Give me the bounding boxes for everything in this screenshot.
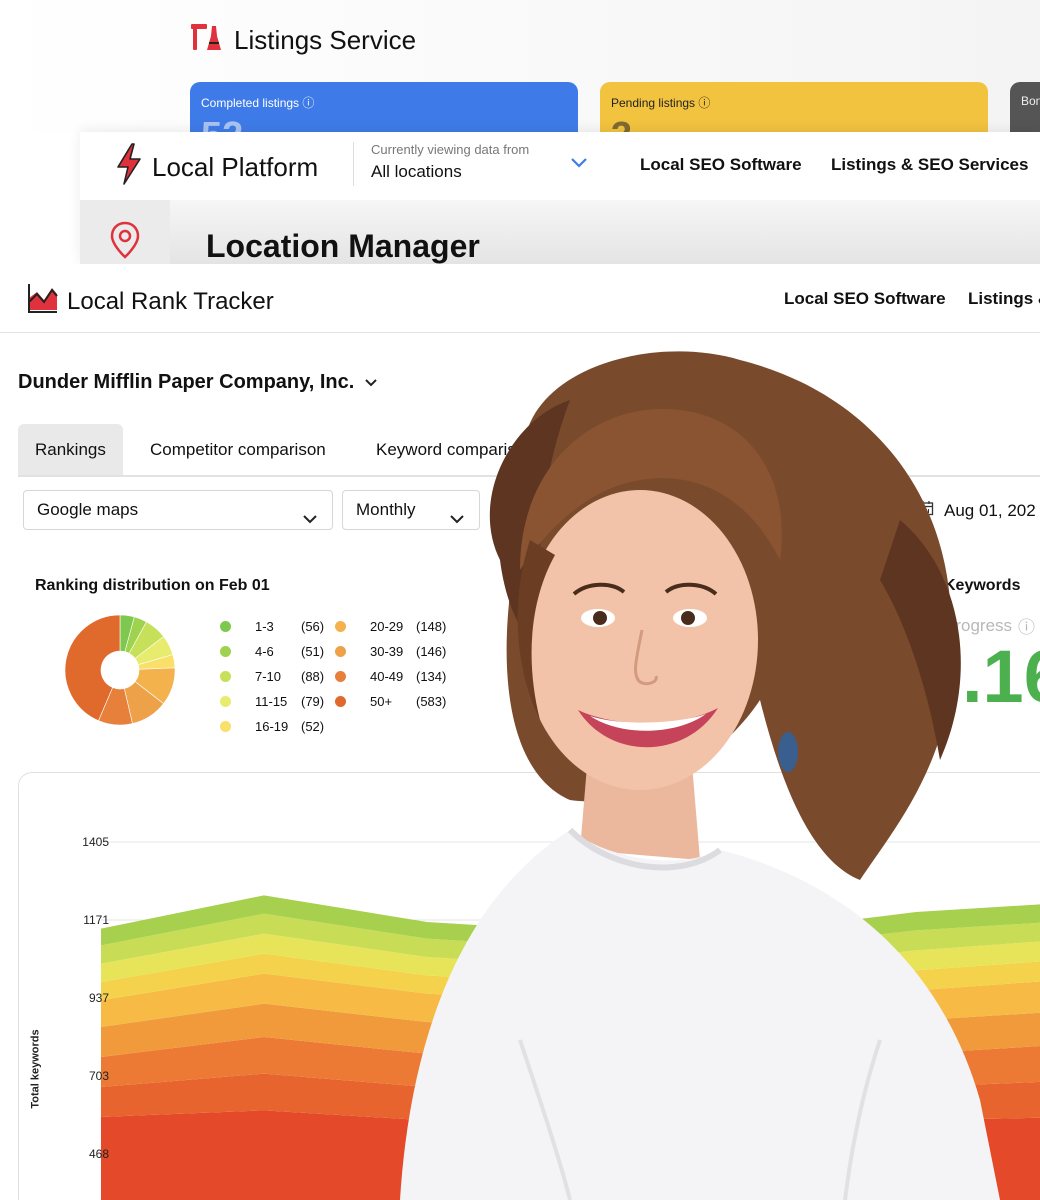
legend-label: 4-6: [255, 644, 274, 659]
rank-tracker-brand[interactable]: Local Rank Tracker: [27, 282, 274, 321]
header-divider: [353, 142, 354, 186]
ranking-donut-chart: [64, 614, 176, 726]
company-selector[interactable]: Dunder Mifflin Paper Company, Inc.: [18, 371, 378, 394]
nav-local-seo-software[interactable]: Local SEO Software: [640, 155, 802, 175]
chevron-down-icon[interactable]: [570, 156, 588, 174]
legend-swatch: [220, 671, 231, 682]
y-tick-label: 1171: [83, 913, 109, 927]
location-selector-value: All locations: [371, 162, 462, 181]
person-photo: [400, 351, 1000, 1200]
y-axis-label: Total keywords: [29, 1029, 42, 1109]
listings-service-window: Listings Service Completed listings ⓘ 52…: [0, 0, 1040, 132]
legend-label: 1-3: [255, 619, 274, 634]
tab-rankings[interactable]: Rankings: [18, 424, 123, 475]
chevron-down-icon: [302, 502, 318, 540]
card-label: Pending listings: [611, 96, 696, 110]
legend-item: 16-19 (52): [220, 714, 324, 739]
info-icon[interactable]: ⓘ: [302, 96, 314, 110]
card-label: Bon: [1021, 94, 1040, 108]
card-value: 3: [611, 115, 977, 132]
legend-label: 11-15: [255, 694, 288, 709]
legend-count: (56): [301, 619, 325, 634]
card-label: Completed listings: [201, 96, 300, 110]
page-title: Location Manager: [206, 228, 480, 264]
nav-listings[interactable]: Listings &: [968, 289, 1040, 309]
company-name: Dunder Mifflin Paper Company, Inc.: [18, 371, 355, 393]
area-chart-icon: [27, 282, 59, 321]
distribution-title: Ranking distribution on Feb 01: [35, 577, 270, 594]
legend-swatch: [220, 646, 231, 657]
source-select[interactable]: Google maps: [23, 490, 333, 530]
legend-item: 11-15 (79): [220, 689, 324, 714]
third-listings-card[interactable]: Bon: [1010, 82, 1040, 132]
location-selector[interactable]: Currently viewing data from All location…: [371, 142, 529, 182]
source-select-value: Google maps: [37, 500, 139, 519]
local-platform-window: Local Platform Currently viewing data fr…: [80, 132, 1040, 264]
legend-swatch: [220, 721, 231, 732]
legend-label: 16-19: [255, 719, 289, 734]
broom-icon: [190, 22, 224, 59]
location-selector-label: Currently viewing data from: [371, 142, 530, 157]
distribution-legend-left: 1-3 (56) 4-6 (51) 7-10 (88) 11-15 (79) 16-19 (52): [220, 614, 324, 739]
nav-local-seo-software[interactable]: Local SEO Software: [784, 289, 946, 309]
local-platform-title: Local Platform: [152, 152, 319, 182]
info-icon[interactable]: ⓘ: [698, 96, 710, 110]
listings-service-title: Listings Service: [234, 25, 417, 55]
tab-competitor-comparison[interactable]: Competitor comparison: [133, 424, 343, 475]
nav-listings-seo-services[interactable]: Listings & SEO Services: [831, 155, 1028, 175]
legend-swatch: [220, 621, 231, 632]
legend-item: 7-10 (88): [220, 664, 324, 689]
legend-swatch: [220, 696, 231, 707]
rank-tracker-title: Local Rank Tracker: [67, 287, 274, 315]
legend-item: 1-3 (56): [220, 614, 324, 639]
completed-listings-card[interactable]: Completed listings ⓘ 52: [190, 82, 578, 132]
legend-count: (51): [301, 644, 325, 659]
pending-listings-card[interactable]: Pending listings ⓘ 3: [600, 82, 988, 132]
rank-tracker-header: Local Rank Tracker Local SEO Software Li…: [0, 264, 1040, 333]
legend-count: (52): [301, 719, 325, 734]
y-tick-label: 468: [88, 1147, 109, 1162]
y-tick-label: 703: [88, 1069, 109, 1083]
legend-count: (88): [301, 669, 325, 684]
legend-item: 4-6 (51): [220, 639, 324, 664]
legend-label: 7-10: [255, 669, 282, 684]
card-value: 52: [201, 115, 567, 132]
y-tick-label: 937: [88, 991, 109, 1005]
local-platform-brand[interactable]: Local Platform: [114, 142, 318, 193]
legend-count: (79): [301, 694, 325, 709]
map-pin-icon[interactable]: [108, 220, 142, 264]
bolt-icon: [114, 142, 144, 193]
y-tick-label: 1405: [82, 835, 109, 849]
listings-service-header: Listings Service: [190, 22, 416, 59]
